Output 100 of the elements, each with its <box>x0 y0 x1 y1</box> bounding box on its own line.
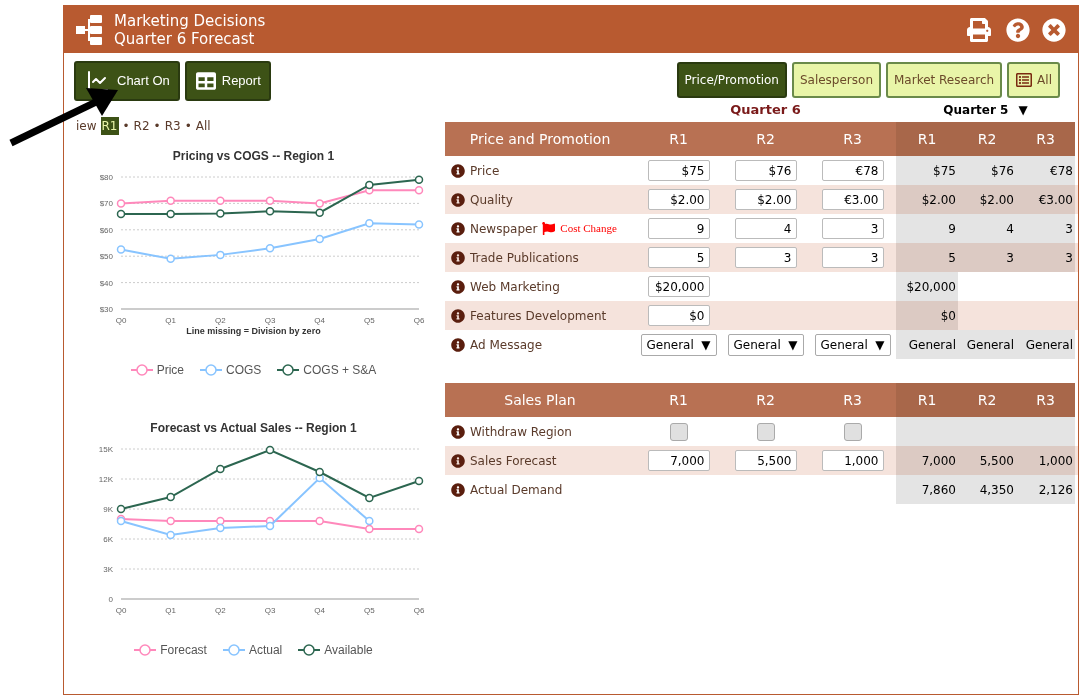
axis-label: 12K <box>98 474 113 484</box>
previous-value: $76 <box>958 156 1016 185</box>
info-icon[interactable] <box>451 308 465 323</box>
tab[interactable]: Salesperson <box>791 62 881 98</box>
quarter-label: Quarter 6 <box>729 101 802 120</box>
data-point <box>265 207 275 216</box>
legend-label[interactable]: Price <box>156 360 184 379</box>
chart-note: Line missing = Division by zero <box>186 325 321 338</box>
legend-marker-icon <box>298 643 321 656</box>
previous-value: $2.00 <box>896 185 958 214</box>
axis-label: $50 <box>99 252 113 262</box>
info-icon[interactable] <box>451 279 465 294</box>
number-field[interactable]: 9 <box>647 218 710 239</box>
axis-label: 9K <box>103 504 113 514</box>
number-field[interactable]: €3.00 <box>821 189 884 210</box>
region-link[interactable]: All <box>195 117 211 135</box>
column-header: R2 <box>958 122 1016 156</box>
cost-change-note: Cost Change <box>560 221 617 237</box>
previous-value: 9 <box>896 214 958 243</box>
column-header: R2 <box>958 383 1016 417</box>
checkbox[interactable] <box>843 422 862 441</box>
data-point <box>216 250 225 260</box>
number-field[interactable]: 1,000 <box>821 450 884 471</box>
number-field[interactable]: 4 <box>734 218 797 239</box>
data-point <box>414 175 424 184</box>
region-link[interactable]: R1 <box>100 117 119 135</box>
print-icon[interactable] <box>966 17 992 42</box>
row-label: Web Marketing <box>470 278 560 296</box>
tab[interactable]: Price/Promotion <box>676 62 787 98</box>
row-label: Trade Publications <box>470 249 579 267</box>
info-icon[interactable] <box>451 163 465 178</box>
info-icon[interactable] <box>451 453 465 468</box>
info-icon[interactable] <box>451 192 465 207</box>
previous-value: €78 <box>1016 156 1075 185</box>
data-point <box>116 504 126 513</box>
previous-value: General <box>896 330 958 359</box>
axis-label: Q2 <box>215 605 226 615</box>
info-icon[interactable] <box>451 250 465 265</box>
region-link[interactable]: R3 <box>164 117 181 135</box>
previous-value: 7,000 <box>896 446 958 475</box>
number-field[interactable]: 3 <box>734 247 797 268</box>
info-icon[interactable] <box>451 337 465 352</box>
checkbox[interactable] <box>756 422 775 441</box>
row-label: Price <box>470 162 500 180</box>
number-field[interactable]: $20,000 <box>647 276 710 297</box>
close-icon[interactable] <box>1042 17 1066 42</box>
legend-label[interactable]: Available <box>324 640 373 659</box>
toolbar-button[interactable]: Report <box>184 61 271 101</box>
tab[interactable]: Market Research <box>886 62 1003 98</box>
column-header: R1 <box>896 383 958 417</box>
number-field[interactable]: $2.00 <box>647 189 710 210</box>
window-subtitle: Quarter 6 Forecast <box>114 29 256 48</box>
number-field[interactable]: $0 <box>647 305 710 326</box>
help-icon[interactable] <box>1006 17 1030 42</box>
data-point <box>216 464 225 473</box>
info-icon[interactable] <box>451 482 465 497</box>
data-point <box>414 524 424 533</box>
dropdown[interactable]: General ▼ <box>727 333 804 356</box>
number-field[interactable]: $76 <box>734 160 797 181</box>
data-point <box>414 476 424 485</box>
chart-title: Forecast vs Actual Sales -- Region 1 <box>150 419 357 437</box>
number-field[interactable]: 3 <box>821 218 884 239</box>
legend-label[interactable]: COGS + S&A <box>303 360 377 379</box>
number-field[interactable]: 3 <box>821 247 884 268</box>
data-point <box>216 523 225 532</box>
number-field[interactable]: $2.00 <box>734 189 797 210</box>
data-point <box>365 524 374 533</box>
number-field[interactable]: 7,000 <box>647 450 710 471</box>
data-point <box>166 209 175 219</box>
data-point <box>265 196 275 205</box>
axis-label: $40 <box>99 278 113 288</box>
legend-marker-icon <box>277 363 300 376</box>
legend-label[interactable]: Forecast <box>160 640 207 659</box>
dropdown[interactable]: General ▼ <box>814 333 891 356</box>
previous-value: 5,500 <box>958 446 1016 475</box>
quarter-dropdown-caret[interactable]: ▼ <box>1018 101 1028 119</box>
number-field[interactable]: €78 <box>821 160 884 181</box>
checkbox[interactable] <box>669 422 688 441</box>
tab[interactable]: All <box>1007 62 1060 98</box>
legend-label[interactable]: COGS <box>226 360 262 379</box>
toolbar-button[interactable]: Chart On <box>74 61 180 101</box>
info-icon[interactable] <box>451 221 465 236</box>
data-point <box>265 244 275 253</box>
data-point <box>166 530 175 539</box>
data-point <box>265 445 275 454</box>
dropdown[interactable]: General ▼ <box>640 333 717 356</box>
info-icon[interactable] <box>451 424 465 439</box>
row-label: Features Development <box>470 307 607 325</box>
previous-value: 3 <box>1016 214 1075 243</box>
legend-label[interactable]: Actual <box>248 640 283 659</box>
axis-label: Q2 <box>215 316 226 325</box>
number-field[interactable]: $75 <box>647 160 710 181</box>
data-point <box>315 234 324 244</box>
number-field[interactable]: 5 <box>647 247 710 268</box>
axis-label: Q4 <box>314 316 325 325</box>
number-field[interactable]: 5,500 <box>734 450 797 471</box>
column-header: R3 <box>1016 383 1075 417</box>
row-label: Ad Message <box>470 336 543 354</box>
region-link[interactable]: R2 <box>133 117 150 135</box>
view-label: iew <box>76 118 97 135</box>
